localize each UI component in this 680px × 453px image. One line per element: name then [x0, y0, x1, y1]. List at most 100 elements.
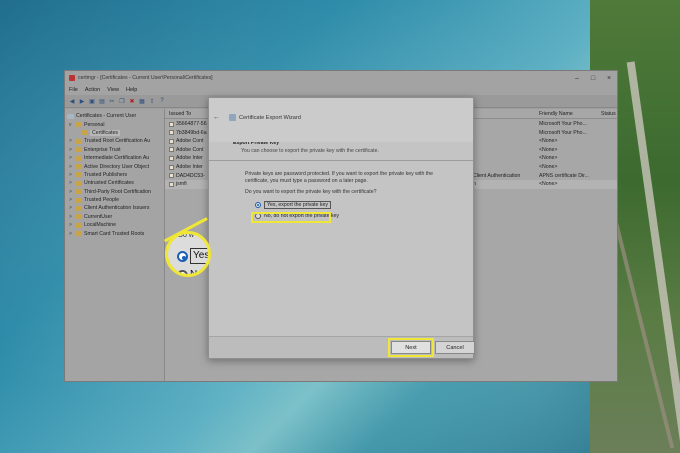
- cut-icon[interactable]: ✂: [108, 97, 116, 105]
- menu-view[interactable]: View: [107, 87, 119, 93]
- cell-friendly-name: APNS certificate Dir...: [539, 172, 589, 179]
- radio-selected-icon[interactable]: [255, 202, 261, 209]
- cell-issued-to: jsmfi: [176, 181, 187, 188]
- tree-item-untrusted[interactable]: > Untrusted Certificates: [67, 179, 162, 187]
- tree-item-label: Smart Card Trusted Roots: [84, 230, 145, 237]
- certificate-export-wizard: × ← Certificate Export Wizard Export Pri…: [208, 97, 475, 359]
- row-issued: Adobe Inter: [169, 164, 203, 170]
- folder-icon: [75, 231, 82, 237]
- folder-icon: [75, 164, 82, 170]
- cell-issued-to: 35664877-56: [176, 121, 207, 127]
- cell-friendly-name: <None>: [539, 146, 558, 153]
- properties-icon[interactable]: ▦: [138, 97, 146, 105]
- forward-icon[interactable]: ▶: [78, 97, 86, 105]
- tree-item-client-auth-issuers[interactable]: > Client Authentication Issuers: [67, 204, 162, 212]
- cell-issued-to: DAD4DC53-: [176, 172, 205, 179]
- tree-item-label: Untrusted Certificates: [84, 180, 134, 187]
- radio-export-key[interactable]: Yes, export the private key: [255, 201, 449, 210]
- tree-item-label: Trusted People: [84, 197, 119, 204]
- wizard-title: Certificate Export Wizard: [239, 115, 301, 121]
- radio-label-yes[interactable]: Yes, export the private key: [264, 201, 331, 210]
- tree-item-trusted-people[interactable]: > Trusted People: [67, 196, 162, 204]
- certificate-tree: Certificates - Current User v Personal C…: [65, 109, 165, 381]
- tree-item-label: LocalMachine: [84, 222, 117, 229]
- folder-icon: [75, 147, 82, 153]
- folder-icon: [81, 130, 88, 136]
- tree-item-third-party-root[interactable]: > Third-Party Root Certification: [67, 188, 162, 196]
- row-issued: Adobe Inter: [169, 155, 203, 161]
- row-issued: 35664877-56: [169, 121, 207, 127]
- menu-file[interactable]: File: [69, 87, 78, 93]
- menu-help[interactable]: Help: [126, 87, 137, 93]
- tree-item-label: Certificates - Current User: [76, 113, 137, 120]
- cell-friendly-name: Microsoft Your Pho...: [539, 129, 587, 136]
- next-button[interactable]: Next: [388, 338, 434, 357]
- wizard-footer: Next Cancel: [209, 336, 475, 358]
- zoom-magnifier: Do w Yes, No: [165, 231, 211, 277]
- certificate-icon: [169, 138, 174, 144]
- tree-item-localmachine[interactable]: > LocalMachine: [67, 221, 162, 229]
- menu-bar: File Action View Help: [65, 85, 617, 95]
- folder-icon: [75, 214, 82, 220]
- zoom-label-yes: Yes,: [190, 248, 208, 264]
- tree-item-trusted-publishers[interactable]: > Trusted Publishers: [67, 171, 162, 179]
- certificate-icon: [169, 155, 174, 161]
- tree-item-label: CurrentUser: [84, 213, 113, 220]
- wizard-header: ← Certificate Export Wizard: [209, 98, 473, 142]
- zoom-question-fragment: Do w: [178, 232, 194, 239]
- row-issued: DAD4DC53-: [169, 173, 205, 179]
- cancel-button[interactable]: Cancel: [435, 341, 475, 354]
- up-folder-icon[interactable]: ▣: [88, 97, 96, 105]
- help-icon[interactable]: ?: [158, 97, 166, 105]
- copy-icon[interactable]: ❐: [118, 97, 126, 105]
- tree-item-label: Trusted Root Certification Au: [84, 138, 151, 145]
- column-status[interactable]: Status: [601, 111, 616, 117]
- export-icon[interactable]: ⇪: [148, 97, 156, 105]
- folder-icon: [75, 189, 82, 195]
- maximize-icon[interactable]: □: [585, 75, 601, 82]
- row-issued: 7b3849bd-6a: [169, 130, 207, 136]
- tree-item-smart-card[interactable]: > Smart Card Trusted Roots: [67, 229, 162, 237]
- tree-item-trusted-root[interactable]: > Trusted Root Certification Au: [67, 137, 162, 145]
- cell-issued-to: Adobe Cont: [176, 146, 204, 153]
- highlight-box: [251, 212, 331, 223]
- tree-item-intermediate[interactable]: > Intermediate Certification Au: [67, 154, 162, 162]
- close-icon[interactable]: ×: [601, 75, 617, 82]
- back-icon[interactable]: ◀: [68, 97, 76, 105]
- cell-friendly-name: Microsoft Your Pho...: [539, 121, 587, 127]
- cell-issued-to: Adobe Inter: [176, 155, 203, 162]
- menu-action[interactable]: Action: [85, 87, 100, 93]
- cell-issued-to: Adobe Inter: [176, 164, 203, 170]
- tree-item-currentuser[interactable]: > CurrentUser: [67, 213, 162, 221]
- folder-icon: [75, 138, 82, 144]
- section-subtitle: You can choose to export the private key…: [241, 148, 379, 154]
- delete-icon[interactable]: ✖: [128, 97, 136, 105]
- tree-item-enterprise-trust[interactable]: > Enterprise Trust: [67, 146, 162, 154]
- cell-friendly-name: <None>: [539, 138, 558, 145]
- folder-icon: [75, 155, 82, 161]
- show-tree-icon[interactable]: ▤: [98, 97, 106, 105]
- certificate-store-icon: [67, 113, 74, 119]
- row-issued: Adobe Cont: [169, 147, 203, 153]
- tree-item-certificates[interactable]: Certificates: [67, 129, 162, 137]
- tree-item-root[interactable]: Certificates - Current User: [67, 112, 162, 120]
- divider: [209, 160, 473, 161]
- window-title: certmgr - [Certificates - Current User\P…: [78, 75, 213, 81]
- cell-issued-to: Adobe Cont: [176, 138, 204, 145]
- column-friendly-name[interactable]: Friendly Name: [539, 111, 573, 117]
- tree-item-active-directory[interactable]: > Active Directory User Object: [67, 162, 162, 170]
- cell-friendly-name: <None>: [539, 155, 558, 162]
- tree-item-label: Third-Party Root Certification: [84, 188, 151, 195]
- column-issued-to[interactable]: Issued To: [169, 111, 191, 117]
- title-bar: certmgr - [Certificates - Current User\P…: [65, 71, 617, 85]
- certificate-icon: [169, 164, 174, 170]
- folder-icon: [75, 222, 82, 228]
- minimize-icon[interactable]: –: [569, 75, 585, 82]
- tree-item-label: Personal: [84, 121, 105, 128]
- certificate-icon: [169, 121, 174, 127]
- certificate-icon: [169, 147, 174, 153]
- row-issued: jsmfi: [169, 181, 187, 187]
- zoom-radio-selected-icon: [177, 251, 188, 262]
- back-arrow-icon[interactable]: ←: [213, 114, 220, 121]
- tree-item-personal[interactable]: v Personal: [67, 120, 162, 128]
